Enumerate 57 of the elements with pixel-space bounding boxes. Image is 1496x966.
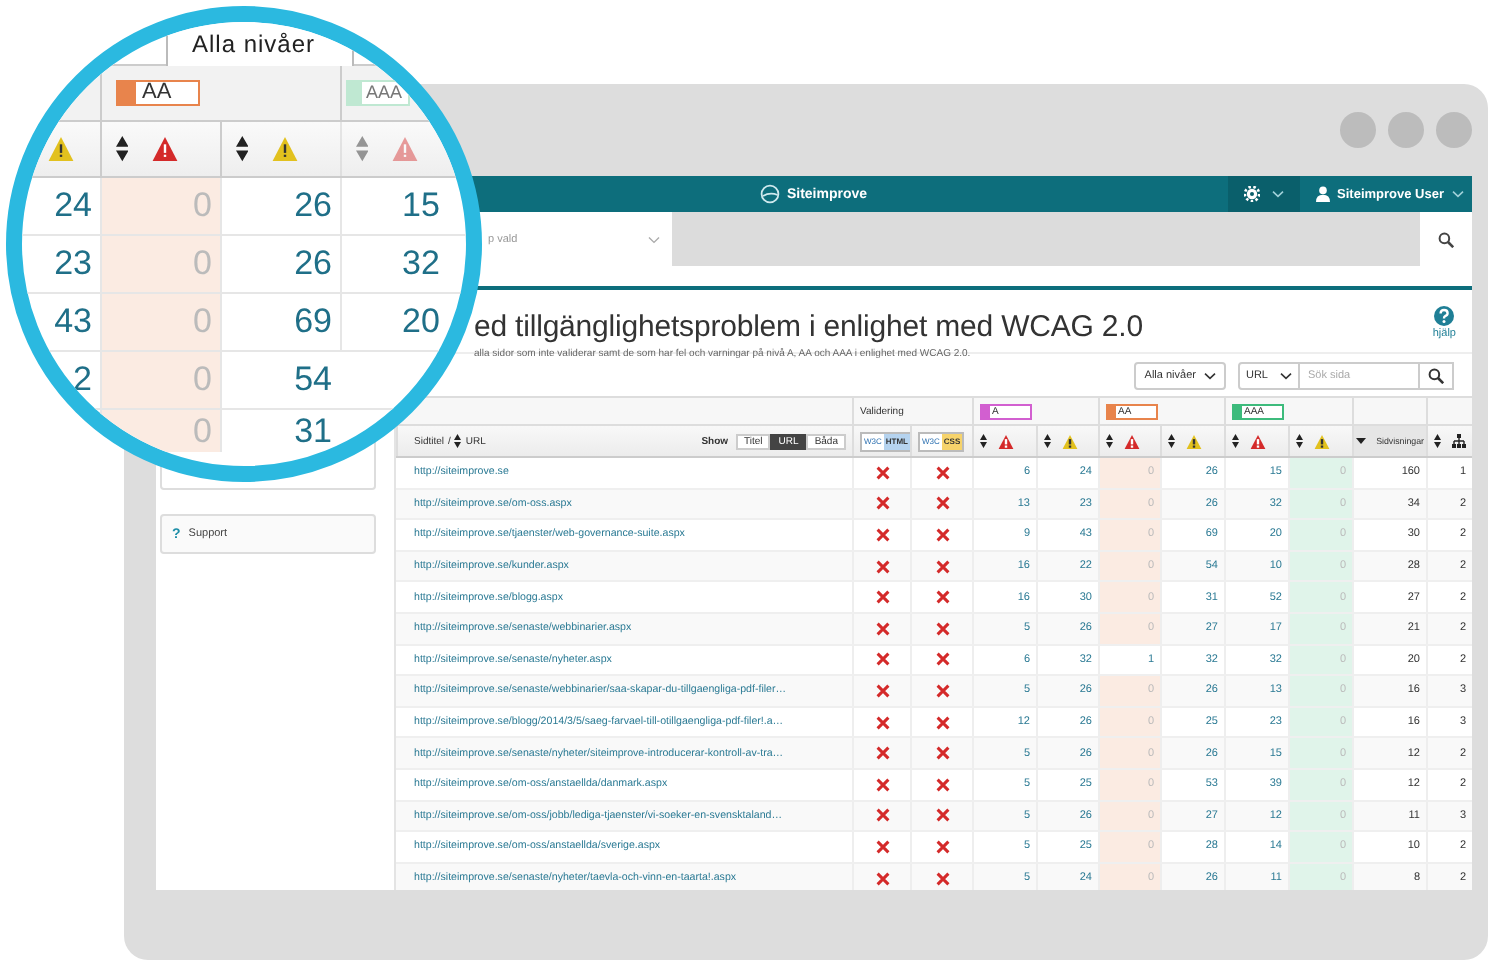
search-button[interactable] — [1420, 362, 1454, 390]
sort-icon — [1296, 434, 1303, 448]
help-icon — [1434, 306, 1455, 326]
search-icon — [1438, 231, 1454, 247]
error-icon — [997, 433, 1013, 449]
sort-icon — [1044, 434, 1051, 448]
warning-icon — [1185, 433, 1201, 449]
warning-icon — [272, 136, 299, 162]
sort-icon — [356, 136, 369, 162]
count-cell: 69 — [220, 294, 340, 350]
sort-icon — [1232, 434, 1239, 448]
settings-button[interactable] — [1227, 176, 1300, 212]
error-icon — [152, 136, 179, 162]
sort-icon — [1434, 434, 1441, 448]
count-cell: 20 — [340, 294, 466, 350]
count-cell: 26 — [220, 178, 340, 234]
user-icon — [1315, 186, 1330, 202]
count-cell: 31 — [220, 410, 340, 452]
count-cell: 0 — [100, 178, 220, 234]
count-cell: 0 — [100, 410, 220, 452]
level-label: AA — [140, 82, 172, 104]
sort-icon — [454, 434, 462, 448]
search-button[interactable] — [1420, 212, 1472, 266]
caret-icon — [1271, 190, 1284, 198]
caret-icon — [1452, 190, 1464, 198]
sort-icon — [116, 136, 129, 162]
sort-down-icon — [1356, 438, 1366, 444]
settings-icon — [1243, 186, 1260, 202]
hierarchy-icon — [1451, 434, 1465, 448]
window-dot-icon — [1436, 112, 1472, 148]
level-label: AAA — [364, 82, 403, 104]
count-cell: 15 — [340, 178, 466, 234]
caret-icon — [1203, 372, 1216, 380]
count-cell: 26 — [220, 236, 340, 292]
warning-icon — [1061, 433, 1077, 449]
count-cell: 0 — [100, 352, 220, 408]
warning-icon — [48, 136, 74, 162]
caret-icon — [648, 235, 660, 243]
sort-icon — [236, 136, 249, 162]
count-cell: 0 — [100, 294, 220, 350]
sort-icon — [980, 434, 987, 448]
logo-icon — [760, 184, 781, 204]
error-icon — [1249, 433, 1265, 449]
count-cell: 0 — [100, 236, 220, 292]
window-dot-icon — [1340, 112, 1376, 148]
warning-icon — [1313, 433, 1329, 449]
error-icon — [1123, 433, 1139, 449]
count-cell: 54 — [220, 352, 340, 408]
count-cell: 32 — [340, 236, 466, 292]
sort-icon — [1106, 434, 1113, 448]
level-select[interactable]: Alla nivåer — [166, 22, 354, 66]
window-dot-icon — [1388, 112, 1424, 148]
sort-icon — [1168, 434, 1175, 448]
caret-icon — [1280, 372, 1292, 380]
search-icon — [1428, 368, 1444, 384]
error-icon — [392, 136, 419, 162]
page-title: ed tillgänglighetsproblem i enlighet med WCAG 2.0 — [474, 310, 1143, 344]
